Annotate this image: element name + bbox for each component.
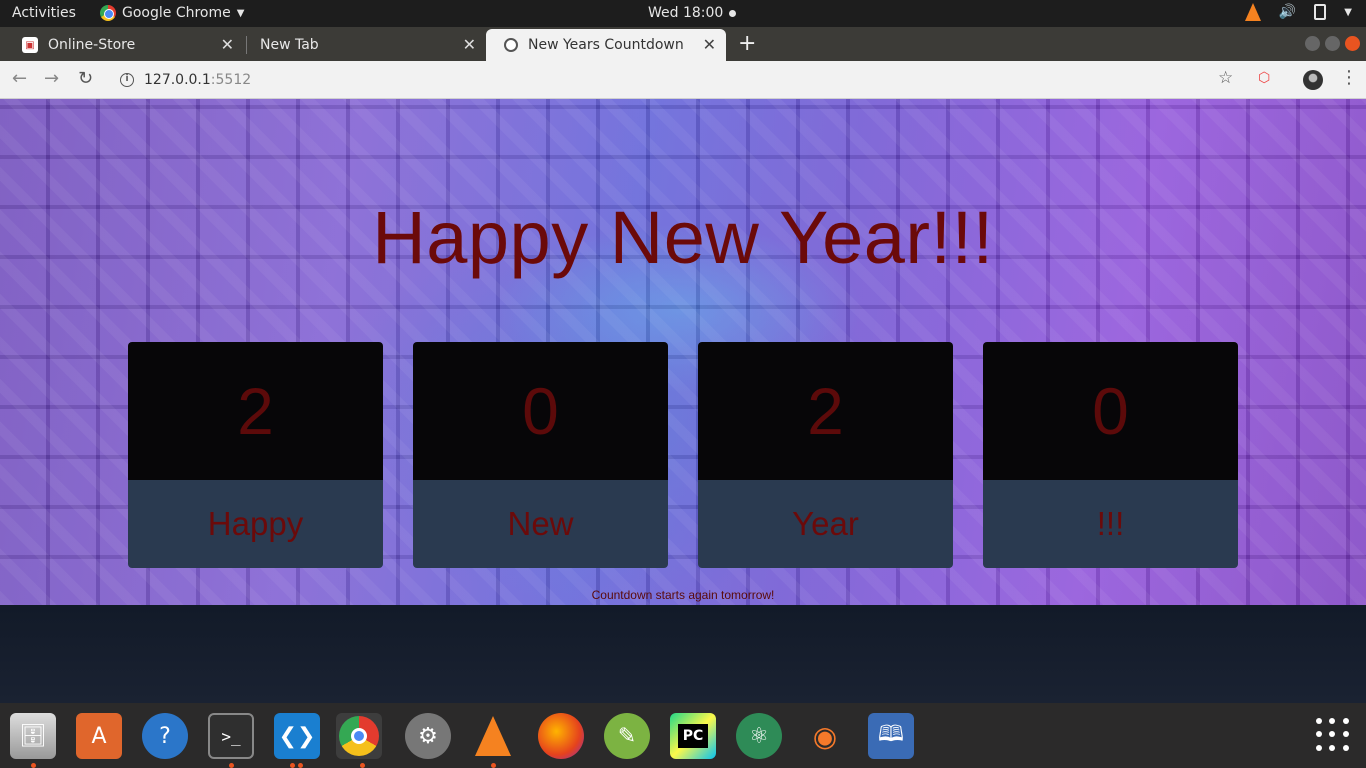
caret-down-icon: ▼ xyxy=(236,7,245,19)
window-close-icon[interactable] xyxy=(1345,36,1360,51)
tab-online-store[interactable]: ▣ Online-Store ✕ xyxy=(4,29,244,61)
close-icon[interactable]: ✕ xyxy=(221,35,234,54)
running-indicator xyxy=(360,763,365,768)
notification-dot-icon xyxy=(729,9,737,17)
app-menu-label: Google Chrome xyxy=(122,5,231,21)
card-digit: 2 xyxy=(698,342,953,480)
power-menu-icon: ▼ xyxy=(1344,6,1352,18)
back-arrow-icon[interactable]: ← xyxy=(12,68,27,89)
battery-icon xyxy=(1314,4,1327,20)
card-digit: 0 xyxy=(413,342,668,480)
terminal-icon[interactable]: >_ xyxy=(208,713,254,759)
running-indicator xyxy=(31,763,36,768)
atom-icon[interactable]: ⚛ xyxy=(736,713,782,759)
notes-icon[interactable]: 🕮 xyxy=(868,713,914,759)
countdown-card: 0 !!! xyxy=(983,342,1238,568)
info-icon[interactable]: i xyxy=(120,73,134,87)
reload-icon[interactable]: ↻ xyxy=(78,68,93,89)
running-indicator xyxy=(298,763,303,768)
dock: 🗄 A ? >_ ❮❯ ⚙ ✎ PC ⚛ ◉ 🕮 xyxy=(0,703,1366,768)
tab-label: Online-Store xyxy=(48,37,136,53)
tab-label: New Years Countdown xyxy=(528,37,684,53)
card-label: !!! xyxy=(983,480,1238,568)
clock[interactable]: Wed 18:00 xyxy=(648,5,737,21)
extension-icon[interactable]: ⬡ xyxy=(1258,70,1276,88)
tab-label: New Tab xyxy=(260,37,319,53)
clock-label: Wed 18:00 xyxy=(648,5,724,21)
files-icon[interactable]: 🗄 xyxy=(10,713,56,759)
software-icon[interactable]: A xyxy=(76,713,122,759)
tab-new-years-countdown[interactable]: New Years Countdown ✕ xyxy=(486,29,726,61)
globe-icon xyxy=(504,38,518,52)
activities-button[interactable]: Activities xyxy=(12,5,76,21)
tab-strip: ▣ Online-Store ✕ New Tab ✕ New Years Cou… xyxy=(0,27,1366,61)
menu-kebab-icon[interactable]: ⋮ xyxy=(1340,67,1358,88)
minimize-icon[interactable] xyxy=(1305,36,1320,51)
running-indicator xyxy=(290,763,295,768)
app-menu[interactable]: Google Chrome ▼ xyxy=(100,5,244,21)
forward-arrow-icon[interactable]: → xyxy=(44,68,59,89)
card-digit: 2 xyxy=(128,342,383,480)
bookmark-star-icon[interactable]: ☆ xyxy=(1218,68,1233,88)
system-tray[interactable]: 🔊 ▼ xyxy=(1244,3,1352,21)
show-applications-icon[interactable] xyxy=(1316,718,1350,752)
page-title: Happy New Year!!! xyxy=(372,196,994,279)
running-indicator xyxy=(491,763,496,768)
profile-avatar[interactable] xyxy=(1303,70,1323,90)
chrome-icon xyxy=(100,5,116,21)
countdown-card: 2 Happy xyxy=(128,342,383,568)
page-viewport: Happy New Year!!! 2 Happy 0 New 2 Year 0… xyxy=(0,99,1366,605)
chrome-icon[interactable] xyxy=(336,713,382,759)
url-host: 127.0.0.1 xyxy=(144,72,211,88)
countdown-footnote: Countdown starts again tomorrow! xyxy=(591,588,775,602)
card-label: New xyxy=(413,480,668,568)
url-port: :5512 xyxy=(210,72,252,88)
vlc-cone xyxy=(475,716,511,756)
pycharm-icon[interactable]: PC xyxy=(670,713,716,759)
vscode-icon[interactable]: ❮❯ xyxy=(274,713,320,759)
maximize-icon[interactable] xyxy=(1325,36,1340,51)
chrome-logo xyxy=(339,716,379,756)
tab-new-tab[interactable]: New Tab ✕ xyxy=(242,29,486,61)
close-icon[interactable]: ✕ xyxy=(463,35,476,54)
vlc-icon[interactable] xyxy=(470,713,516,759)
system-top-bar: Activities Google Chrome ▼ Wed 18:00 🔊 ▼ xyxy=(0,0,1366,27)
help-icon[interactable]: ? xyxy=(142,713,188,759)
settings-icon[interactable]: ⚙ xyxy=(405,713,451,759)
new-tab-button[interactable]: + xyxy=(738,31,756,56)
android-studio-icon[interactable]: ✎ xyxy=(604,713,650,759)
running-indicator xyxy=(229,763,234,768)
store-favicon-icon: ▣ xyxy=(22,37,38,53)
countdown-card: 2 Year xyxy=(698,342,953,568)
close-icon[interactable]: ✕ xyxy=(703,35,716,54)
vlc-tray-icon[interactable] xyxy=(1244,3,1261,21)
card-label: Year xyxy=(698,480,953,568)
firefox-icon[interactable] xyxy=(538,713,584,759)
desktop-wallpaper xyxy=(0,605,1366,703)
volume-icon: 🔊 xyxy=(1278,4,1297,20)
card-label: Happy xyxy=(128,480,383,568)
card-digit: 0 xyxy=(983,342,1238,480)
browser-toolbar: ← → ↻ i 127.0.0.1:5512 ☆ ⬡ ⋮ xyxy=(0,61,1366,99)
address-bar[interactable]: i 127.0.0.1:5512 xyxy=(110,66,1245,94)
countdown-card: 0 New xyxy=(413,342,668,568)
blender-icon[interactable]: ◉ xyxy=(802,713,848,759)
